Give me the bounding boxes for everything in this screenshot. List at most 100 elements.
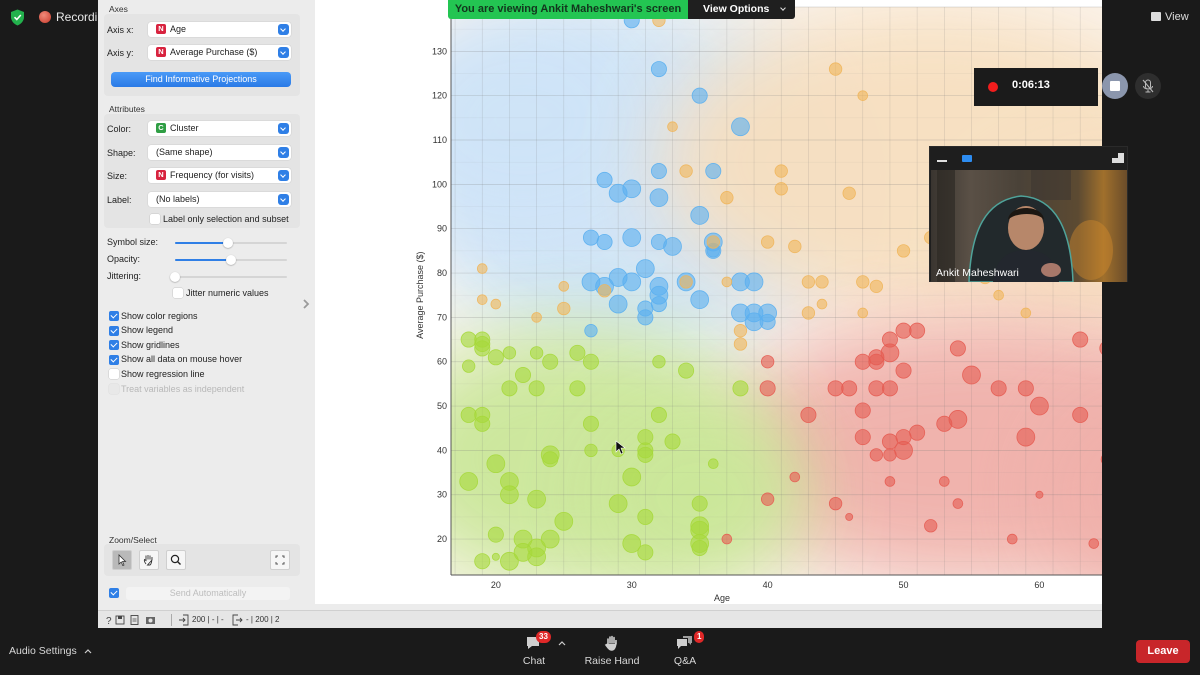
webcam-window[interactable]: Ankit Maheshwari [929, 146, 1128, 282]
save-icon [115, 615, 125, 625]
data-point-C1 [596, 234, 613, 251]
input-icon [179, 614, 189, 626]
axis-x-label: Axis x: [107, 25, 134, 35]
jittering-slider[interactable] [170, 272, 287, 282]
size-value: Frequency (for visits) [170, 170, 255, 180]
data-point-C2 [854, 353, 871, 370]
security-shield-icon[interactable] [10, 9, 25, 26]
y-tick-label: 120 [432, 91, 447, 101]
data-point-C4 [857, 90, 869, 101]
data-point-C3 [474, 415, 491, 432]
color-select[interactable]: C Cluster [148, 121, 291, 136]
help-icon: ? [106, 616, 112, 626]
option-checkbox[interactable] [109, 325, 119, 336]
recording-icon [39, 11, 51, 23]
zoom-tool-button[interactable] [166, 550, 186, 570]
chat-options-chevron-icon[interactable] [558, 640, 566, 646]
data-point-C2 [827, 380, 844, 397]
view-options-button[interactable]: View Options [688, 0, 795, 19]
reset-zoom-button[interactable] [270, 550, 290, 570]
option-checkbox[interactable] [109, 369, 119, 380]
data-point-C3 [515, 367, 532, 384]
y-tick-label: 70 [437, 312, 447, 322]
data-point-C1 [635, 259, 655, 278]
data-point-C2 [760, 492, 775, 506]
symbol-size-slider[interactable] [175, 238, 287, 248]
minimize-icon[interactable] [937, 160, 947, 162]
data-point-C4 [557, 301, 571, 316]
video-layout-icon[interactable] [962, 155, 972, 162]
data-point-C3 [502, 346, 517, 360]
leave-meeting-button[interactable]: Leave [1136, 640, 1190, 663]
data-point-C4 [476, 263, 488, 274]
data-point-C2 [1035, 490, 1044, 499]
recording-timer: 0:06:13 [1012, 79, 1050, 91]
data-point-C4 [733, 324, 748, 338]
chevron-down-icon [278, 24, 289, 35]
data-point-C2 [800, 406, 817, 423]
data-point-C2 [949, 340, 966, 357]
mute-microphone-button[interactable] [1135, 73, 1161, 99]
label-only-selection-checkbox[interactable] [150, 214, 160, 224]
pan-tool-button[interactable] [139, 550, 159, 570]
shape-label: Shape: [107, 148, 136, 158]
webcam-titlebar [930, 147, 1127, 169]
option-checkbox[interactable] [109, 311, 119, 321]
axis-y-select[interactable]: N Average Purchase ($) [148, 45, 291, 60]
data-point-C2 [884, 476, 896, 487]
option-checkbox-label: Show color regions [121, 310, 198, 321]
data-point-C1 [650, 61, 667, 78]
select-tool-button[interactable] [112, 550, 132, 570]
option-checkbox-label: Show gridlines [121, 339, 180, 350]
zoom-top-left-bar: Recording [0, 0, 98, 36]
chevron-down-icon [780, 5, 786, 11]
recording-dot-icon [988, 82, 998, 92]
option-checkbox[interactable] [109, 354, 119, 365]
data-point-C3 [542, 353, 559, 370]
data-point-C2 [845, 512, 854, 521]
label-select[interactable]: (No labels) [148, 192, 291, 207]
option-checkbox[interactable] [109, 340, 119, 351]
send-automatically-checkbox[interactable] [109, 588, 119, 598]
collapse-sidebar-arrow-icon[interactable] [302, 298, 310, 310]
data-point-C1 [622, 228, 642, 247]
option-checkbox-label: Show all data on mouse hover [121, 354, 243, 365]
size-select[interactable]: N Frequency (for visits) [148, 168, 291, 183]
opacity-slider[interactable] [175, 255, 287, 265]
data-point-C2 [881, 380, 898, 397]
data-point-C1 [649, 188, 669, 208]
stop-recording-button[interactable] [1102, 73, 1128, 99]
data-point-C4 [679, 275, 693, 289]
data-point-C4 [816, 298, 828, 310]
axes-section-title: Axes [109, 4, 128, 14]
data-point-C2 [1088, 538, 1100, 549]
data-point-C3 [554, 511, 574, 531]
audio-settings-button[interactable]: Audio Settings [9, 645, 92, 657]
expand-icon[interactable] [1112, 153, 1124, 163]
raise-hand-button[interactable]: Raise Hand [584, 634, 640, 667]
webcam-participant-name: Ankit Maheshwari [936, 267, 1019, 279]
axis-x-select[interactable]: N Age [148, 22, 291, 37]
data-point-C3 [500, 551, 519, 571]
data-point-C1 [691, 87, 708, 104]
data-point-C3 [582, 415, 599, 432]
data-point-C4 [774, 164, 788, 178]
find-informative-projections-button[interactable]: Find Informative Projections [111, 72, 291, 87]
status-bar: ? 200 | - | - - | 200 | 2 [98, 610, 1102, 628]
webcam-video: Ankit Maheshwari [931, 170, 1127, 282]
symbol-size-label: Symbol size: [107, 237, 159, 247]
axis-y-value: Average Purchase ($) [170, 47, 258, 57]
data-point-C2 [894, 441, 913, 460]
data-point-C1 [731, 117, 750, 137]
data-point-C1 [690, 290, 710, 309]
numeric-variable-icon: N [156, 170, 166, 180]
data-point-C1 [637, 309, 654, 326]
send-automatically-button[interactable]: Send Automatically [126, 587, 290, 600]
data-point-C2 [939, 476, 950, 487]
view-button[interactable]: View [1145, 8, 1195, 26]
data-point-C2 [880, 343, 900, 363]
shape-select[interactable]: (Same shape) [148, 145, 291, 160]
data-point-C3 [707, 458, 719, 470]
color-label: Color: [107, 124, 132, 134]
jitter-numeric-checkbox[interactable] [173, 288, 183, 298]
